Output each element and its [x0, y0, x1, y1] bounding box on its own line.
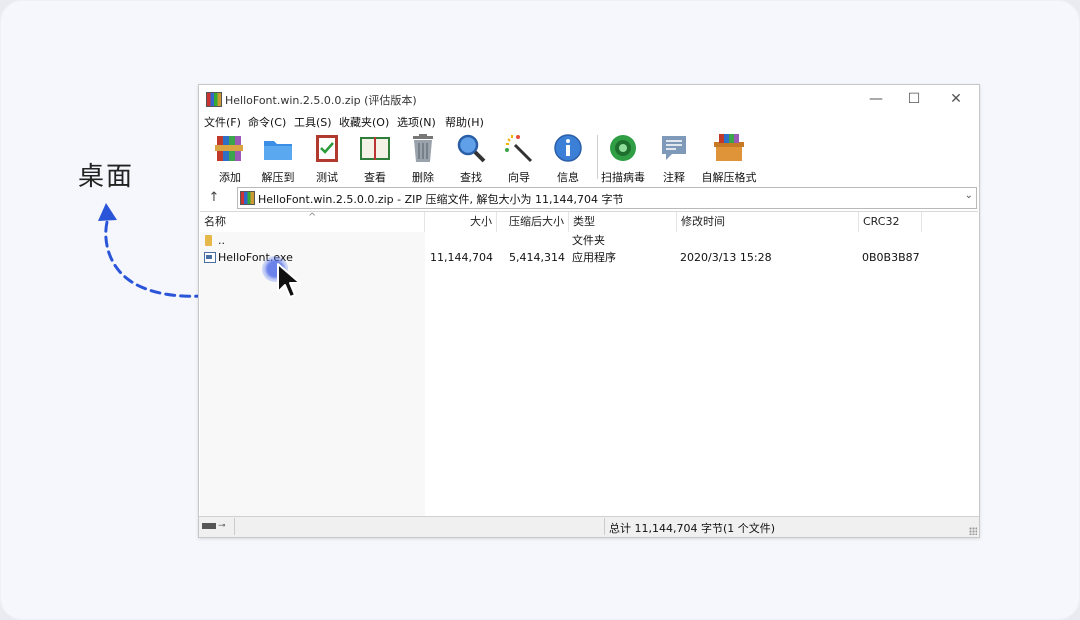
key-icon: ⊸ [218, 521, 226, 531]
toolbar: 添加 解压到 测试 查看 删除 查找 向导 信息 扫描病毒 注释 自解压格式 [199, 131, 979, 185]
virus-scan-icon [610, 135, 636, 161]
magic-wand-icon [505, 135, 533, 163]
find-button[interactable]: 查找 [448, 133, 494, 184]
menu-tools[interactable]: 工具(S) [294, 114, 332, 130]
mouse-cursor-icon [277, 263, 301, 298]
winrar-app-icon [206, 92, 222, 107]
column-header: 名称 ^ 大小 压缩后大小 类型 修改时间 CRC32 [200, 212, 978, 232]
address-box[interactable]: HelloFont.win.2.5.0.0.zip - ZIP 压缩文件, 解包… [237, 187, 977, 209]
status-bar: ⊸ 总计 11,144,704 字节(1 个文件) [199, 516, 979, 537]
resize-grip-icon[interactable] [969, 527, 977, 535]
clipboard-check-icon [316, 135, 338, 162]
winrar-window: HelloFont.win.2.5.0.0.zip (评估版本) — ☐ ✕ 文… [198, 84, 980, 538]
delete-button[interactable]: 删除 [400, 133, 446, 184]
minimize-button[interactable]: — [861, 89, 891, 109]
info-button[interactable]: 信息 [545, 133, 591, 184]
books-add-icon [215, 136, 243, 161]
up-folder-button[interactable]: ↑ [205, 189, 223, 207]
view-button[interactable]: 查看 [352, 133, 398, 184]
sort-caret-icon: ^ [308, 212, 317, 223]
magnifier-icon [457, 134, 486, 163]
test-button[interactable]: 测试 [304, 133, 350, 184]
column-name[interactable]: 名称 ^ [200, 212, 425, 232]
wizard-button[interactable]: 向导 [496, 133, 542, 184]
status-divider [604, 518, 605, 535]
trash-icon [413, 134, 433, 162]
info-icon [554, 134, 582, 162]
comment-icon [662, 136, 686, 160]
name-column-background [200, 232, 425, 517]
menu-command[interactable]: 命令(C) [248, 114, 286, 130]
table-row[interactable]: .. 文件夹 [200, 232, 978, 249]
add-button[interactable]: 添加 [207, 133, 253, 184]
menu-options[interactable]: 选项(N) [397, 114, 436, 130]
folder-extract-icon [264, 141, 292, 160]
open-book-icon [360, 137, 390, 160]
sfx-box-icon [714, 134, 744, 161]
toolbar-separator [597, 135, 598, 179]
maximize-button[interactable]: ☐ [899, 89, 929, 109]
close-button[interactable]: ✕ [941, 89, 971, 109]
menu-file[interactable]: 文件(F) [204, 114, 241, 130]
title-bar: HelloFont.win.2.5.0.0.zip (评估版本) — ☐ ✕ [199, 85, 979, 113]
column-type[interactable]: 类型 [569, 212, 677, 232]
table-row[interactable]: HelloFont.exe 11,144,704 5,414,314 应用程序 … [200, 249, 978, 266]
sfx-button[interactable]: 自解压格式 [699, 133, 759, 184]
column-packed[interactable]: 压缩后大小 [497, 212, 569, 232]
drive-icon [202, 523, 216, 529]
window-title: HelloFont.win.2.5.0.0.zip (评估版本) [225, 94, 417, 107]
scan-virus-button[interactable]: 扫描病毒 [600, 133, 646, 184]
archive-icon [240, 191, 255, 205]
folder-icon [205, 235, 212, 246]
status-summary: 总计 11,144,704 字节(1 个文件) [609, 522, 776, 535]
desktop-label: 桌面 [78, 162, 135, 192]
comment-button[interactable]: 注释 [651, 133, 697, 184]
menu-favorites[interactable]: 收藏夹(O) [339, 114, 389, 130]
chevron-down-icon[interactable]: ⌄ [965, 190, 973, 201]
file-list: 名称 ^ 大小 压缩后大小 类型 修改时间 CRC32 .. 文件夹 Hello… [200, 211, 978, 517]
extract-to-button[interactable]: 解压到 [255, 133, 301, 184]
address-text: HelloFont.win.2.5.0.0.zip - ZIP 压缩文件, 解包… [258, 193, 624, 206]
exe-file-icon [204, 252, 216, 263]
column-size[interactable]: 大小 [425, 212, 497, 232]
address-bar: ↑ HelloFont.win.2.5.0.0.zip - ZIP 压缩文件, … [199, 186, 979, 210]
menu-bar: 文件(F) 命令(C) 工具(S) 收藏夹(O) 选项(N) 帮助(H) [199, 113, 979, 131]
status-icons: ⊸ [200, 518, 235, 535]
menu-help[interactable]: 帮助(H) [445, 114, 484, 130]
column-modified[interactable]: 修改时间 [677, 212, 859, 232]
column-crc[interactable]: CRC32 [859, 212, 922, 232]
